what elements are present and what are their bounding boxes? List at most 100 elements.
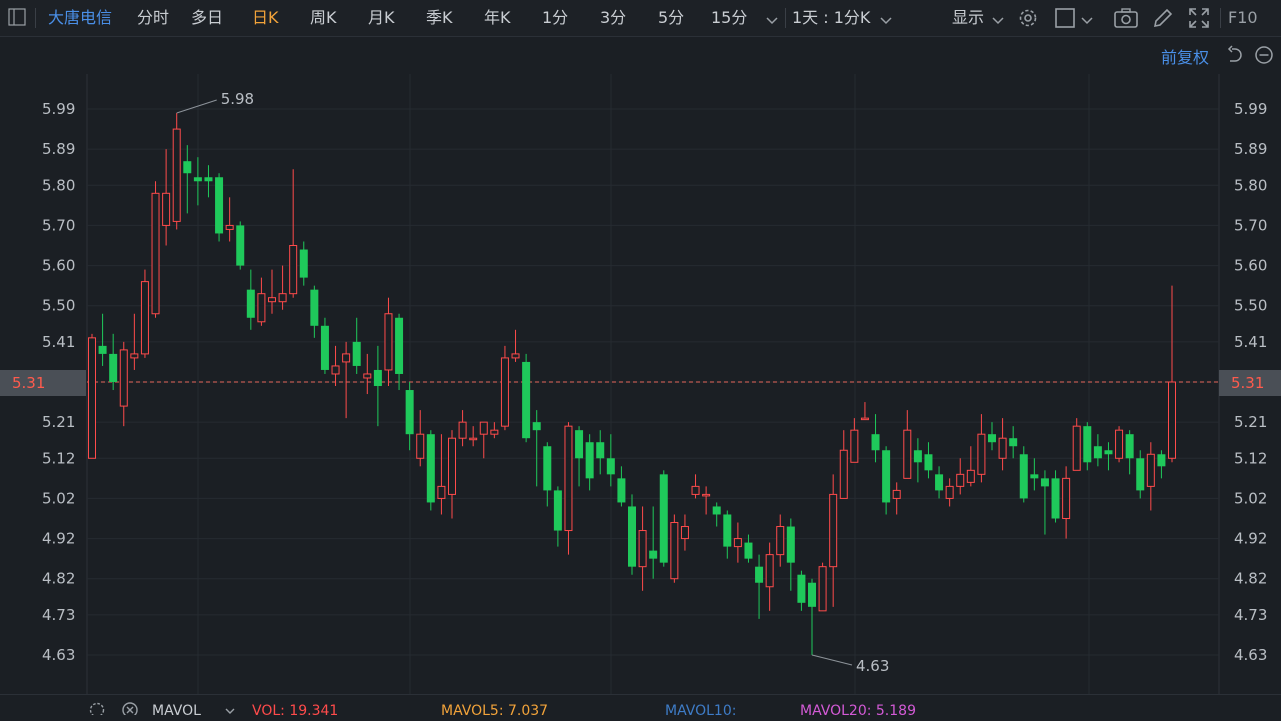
tab-quarterly-k[interactable]: 季K <box>426 0 453 36</box>
candle-body-up <box>363 373 372 379</box>
candle-body-up <box>850 429 859 463</box>
candle-body-down <box>1040 478 1049 487</box>
f10-button[interactable]: F10 <box>1228 0 1258 36</box>
candle-body-up <box>162 192 171 226</box>
candle-body-down <box>405 390 414 435</box>
candle-body-down <box>215 177 224 234</box>
candle-body-up <box>490 429 499 435</box>
candle-body-down <box>744 542 753 559</box>
tab-5min[interactable]: 5分 <box>658 0 684 36</box>
candle-body-up <box>278 293 287 303</box>
candlestick-svg[interactable]: 5.99 5.99 5.89 5.89 5.80 5.80 5.70 5.70 5.60 5.60… <box>0 74 1281 694</box>
price-adjust-select[interactable]: 前复权 <box>1161 44 1209 68</box>
candle-body-up <box>860 417 869 421</box>
candle-body-up <box>448 437 456 495</box>
candle-body-down <box>755 566 764 583</box>
candle-body-down <box>310 289 319 326</box>
candle-body-up <box>119 349 128 407</box>
candle-body-up <box>479 421 488 435</box>
volume-indicator-name[interactable]: MAVOL <box>152 703 201 719</box>
tab-monthly-k[interactable]: 月K <box>368 0 395 36</box>
tab-yearly-k[interactable]: 年K <box>484 0 511 36</box>
y-tick-label-right: 5.41 <box>1234 333 1267 351</box>
candle-body-up <box>829 493 838 568</box>
y-tick-label-left: 5.99 <box>42 100 75 118</box>
y-tick-label-right: 4.73 <box>1234 606 1267 624</box>
panel-toggle-icon[interactable] <box>8 8 26 26</box>
chevron-down-icon[interactable] <box>765 12 779 25</box>
tab-3min[interactable]: 3分 <box>600 0 626 36</box>
candle-body-down <box>712 506 721 515</box>
candle-body-up <box>225 224 234 230</box>
chevron-down-icon[interactable] <box>224 705 236 715</box>
candle-body-down <box>617 478 626 503</box>
candle-body-up <box>140 281 149 355</box>
candle-body-down <box>352 341 361 366</box>
candle-body-up <box>776 526 785 556</box>
candle-body-up <box>416 433 425 459</box>
candle-body-up <box>331 365 340 375</box>
stock-name[interactable]: 大唐电信 <box>48 0 112 36</box>
candle-body-up <box>966 469 975 483</box>
candle-body-down <box>786 526 795 563</box>
candle-body-up <box>839 449 848 499</box>
candle-body-down <box>1125 434 1134 459</box>
candle-body-up <box>691 485 700 495</box>
candle-body-down <box>193 177 202 182</box>
candle-body-up <box>1115 429 1124 459</box>
candle-body-up <box>945 485 954 499</box>
candle-body-up <box>469 437 478 441</box>
y-tick-label-left: 4.92 <box>42 530 75 548</box>
candle-body-down <box>935 474 944 491</box>
tab-multiday[interactable]: 多日 <box>191 0 223 36</box>
candle-body-down <box>1083 426 1092 463</box>
chart-toolbar: 大唐电信 分时 多日 日K 周K 月K 季K 年K 1分 3分 5分 15分 1… <box>0 0 1281 37</box>
undo-icon[interactable] <box>1224 45 1244 65</box>
y-tick-label-right: 5.70 <box>1234 216 1267 234</box>
candle-body-down <box>1157 454 1166 467</box>
candle-body-down <box>426 434 435 503</box>
candle-body-down <box>320 325 329 370</box>
candle-body-down <box>723 514 732 547</box>
candle-body-down <box>543 446 552 491</box>
candle-body-up <box>437 485 446 499</box>
tab-1min[interactable]: 1分 <box>542 0 568 36</box>
candle-body-down <box>204 177 213 182</box>
candle-body-up <box>702 493 711 497</box>
candle-body-up <box>88 337 96 459</box>
current-price-tag-right: 5.31 <box>1219 370 1281 396</box>
candle-body-up <box>500 357 509 427</box>
candle-body-down <box>988 434 996 443</box>
period-select[interactable]: 1天 : 1分K <box>792 0 870 36</box>
candle-body-up <box>638 530 647 568</box>
candle-body-down <box>1104 450 1113 455</box>
toolbar-divider <box>35 8 36 28</box>
candle-body-up <box>818 566 827 612</box>
pencil-icon[interactable] <box>1151 6 1175 30</box>
chevron-down-icon[interactable] <box>879 12 893 25</box>
chevron-down-icon[interactable] <box>991 12 1005 25</box>
chevron-down-icon[interactable] <box>1080 12 1094 25</box>
candle-body-down <box>553 490 562 531</box>
high-annotation-label: 5.98 <box>221 90 254 108</box>
mavol10-value: MAVOL10: <box>665 703 737 719</box>
tab-intraday[interactable]: 分时 <box>137 0 169 36</box>
candle-body-down <box>649 550 658 559</box>
y-tick-label-right: 5.60 <box>1234 257 1267 275</box>
tab-weekly-k[interactable]: 周K <box>310 0 337 36</box>
candle-body-up <box>892 489 901 499</box>
gear-icon[interactable] <box>1016 6 1040 30</box>
candle-body-down <box>596 442 605 459</box>
candlestick-chart[interactable]: 5.99 5.99 5.89 5.89 5.80 5.80 5.70 5.70 5.60 5.60… <box>0 74 1281 694</box>
display-menu[interactable]: 显示 <box>952 0 984 36</box>
vol-value: VOL: 19.341 <box>252 703 339 719</box>
minus-circle-icon[interactable] <box>1254 45 1274 65</box>
candle-body-up <box>511 353 520 359</box>
candle-body-up <box>680 526 689 540</box>
tab-daily-k[interactable]: 日K <box>252 0 279 36</box>
fullscreen-icon[interactable] <box>1187 6 1211 30</box>
y-tick-label-left: 5.02 <box>42 489 75 507</box>
camera-icon[interactable] <box>1113 6 1139 30</box>
tab-15min[interactable]: 15分 <box>711 0 747 36</box>
square-icon[interactable] <box>1054 7 1076 29</box>
